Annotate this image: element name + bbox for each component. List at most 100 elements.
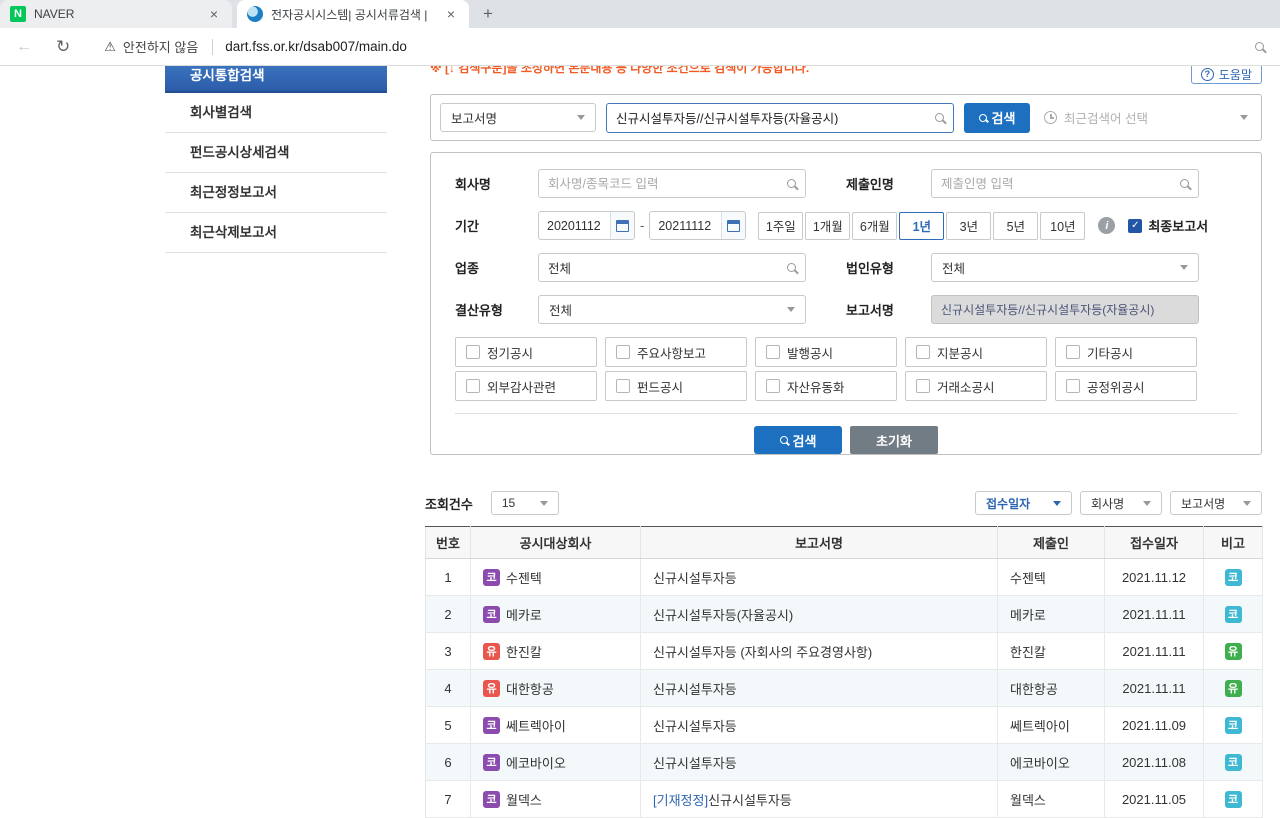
checkbox-icon[interactable] (1066, 345, 1080, 359)
checkbox-icon[interactable] (466, 345, 480, 359)
reset-button[interactable]: 초기화 (850, 426, 938, 454)
checkbox-fund[interactable]: 펀드공시 (605, 371, 747, 401)
period-quick-buttons: 1주일 1개월 6개월 1년 3년 5년 10년 (758, 211, 1086, 240)
checkbox-external-audit[interactable]: 외부감사관련 (455, 371, 597, 401)
cell-remark: 유 (1203, 632, 1263, 670)
info-icon[interactable]: i (1098, 217, 1116, 234)
report-link[interactable]: 신규시설투자등(자율공시) (653, 608, 793, 623)
sort-by-date-select[interactable]: 접수일자 (975, 491, 1072, 515)
header-date: 접수일자 (1104, 526, 1204, 559)
period-button-6month[interactable]: 6개월 (852, 211, 898, 240)
cell-submitter: 월덱스 (997, 780, 1105, 818)
checkbox-icon[interactable] (916, 379, 930, 393)
search-icon[interactable] (935, 113, 944, 122)
submitter-input[interactable] (941, 176, 1180, 191)
market-badge: 코 (483, 568, 500, 586)
company-link[interactable]: 월덱스 (506, 790, 542, 809)
checkbox-icon[interactable] (766, 345, 780, 359)
search-icon[interactable] (787, 179, 796, 188)
checkbox-icon[interactable] (766, 379, 780, 393)
final-report-checkbox-wrap[interactable]: ✓ 최종보고서 (1128, 216, 1208, 235)
back-icon[interactable]: ← (16, 38, 32, 55)
company-link[interactable]: 대한항공 (506, 679, 554, 698)
date-to-value: 20211112 (658, 218, 712, 233)
tab-dart[interactable]: 전자공시시스템| 공시서류검색 | × (237, 0, 469, 28)
company-link[interactable]: 쎄트렉아이 (506, 716, 566, 735)
period-button-10year[interactable]: 10년 (1040, 211, 1086, 240)
report-link[interactable]: 신규시설투자등 (653, 719, 737, 734)
zoom-icon[interactable] (1255, 42, 1264, 51)
report-link[interactable]: 신규시설투자등 (708, 793, 792, 808)
search-button[interactable]: 검색 (964, 102, 1030, 133)
checkbox-icon[interactable] (466, 379, 480, 393)
sidebar-item-recent-corrections[interactable]: 최근정정보고서 (165, 173, 387, 213)
page-size-select[interactable]: 15 (490, 491, 559, 515)
period-button-1year[interactable]: 1년 (899, 211, 945, 240)
report-link[interactable]: 신규시설투자등 (653, 571, 737, 586)
checkbox-icon[interactable] (616, 345, 630, 359)
recent-search-select[interactable]: 최근검색어 선택 (1044, 108, 1252, 127)
sidebar-item-label: 최근삭제보고서 (190, 225, 277, 240)
corp-type-select[interactable]: 전체 (931, 253, 1199, 282)
search-query-input[interactable] (616, 110, 935, 125)
warning-icon[interactable]: ⚠ (104, 39, 116, 55)
checkbox-icon[interactable] (616, 379, 630, 393)
sidebar-item-recent-deleted[interactable]: 최근삭제보고서 (165, 213, 387, 253)
period-button-1week[interactable]: 1주일 (758, 211, 804, 240)
report-link[interactable]: 신규시설투자등 (653, 756, 737, 771)
sidebar-item-fund-search[interactable]: 펀드공시상세검색 (165, 133, 387, 173)
period-button-3year[interactable]: 3년 (946, 211, 992, 240)
sidebar-item-company-search[interactable]: 회사별검색 (165, 93, 387, 133)
filter-row-company: 회사명 제출인명 (455, 169, 1261, 198)
calendar-button[interactable] (721, 212, 746, 239)
new-tab-button[interactable]: + (475, 1, 501, 27)
url-text[interactable]: dart.fss.or.kr/dsab007/main.do (225, 39, 1255, 54)
checkbox-major-issues[interactable]: 주요사항보고 (605, 337, 747, 367)
final-report-checkbox[interactable]: ✓ (1128, 218, 1143, 233)
close-icon[interactable]: × (206, 6, 222, 22)
security-warning-label[interactable]: 안전하지 않음 (123, 37, 198, 56)
sort-by-company-select[interactable]: 회사명 (1080, 491, 1162, 515)
search-button-label: 검색 (991, 111, 1016, 126)
calendar-button[interactable] (610, 212, 634, 239)
checkbox-issuance[interactable]: 발행공시 (755, 337, 897, 367)
search-icon[interactable] (787, 263, 796, 272)
checkbox-ftc[interactable]: 공정위공시 (1055, 371, 1197, 401)
company-link[interactable]: 한진칼 (506, 642, 542, 661)
main-content: ※ [↓ 검색구분]을 조성하면 본문내용 등 다양한 조건으로 검색이 가능합… (420, 61, 1280, 818)
industry-input[interactable] (548, 260, 787, 275)
search-icon[interactable] (1180, 179, 1189, 188)
checkbox-icon[interactable] (1066, 379, 1080, 393)
company-link[interactable]: 수젠텍 (506, 568, 542, 587)
report-link[interactable]: 신규시설투자등 (653, 682, 737, 697)
company-link[interactable]: 메카로 (506, 605, 542, 624)
cell-submitter: 쎄트렉아이 (997, 706, 1105, 744)
browser-chrome: N NAVER × 전자공시시스템| 공시서류검색 | × + ← ↻ ⚠ 안전… (0, 0, 1280, 66)
period-button-1month[interactable]: 1개월 (805, 211, 851, 240)
remark-badge: 코 (1224, 568, 1242, 586)
tab-naver[interactable]: N NAVER × (0, 0, 232, 28)
checkbox-ownership[interactable]: 지분공시 (905, 337, 1047, 367)
sort-by-report-select[interactable]: 보고서명 (1170, 491, 1262, 515)
checkbox-icon[interactable] (916, 345, 930, 359)
company-input[interactable] (548, 176, 787, 191)
tab-label: NAVER (34, 7, 75, 21)
settlement-select[interactable]: 전체 (538, 295, 806, 324)
period-button-5year[interactable]: 5년 (993, 211, 1039, 240)
close-icon[interactable]: × (443, 6, 459, 22)
company-link[interactable]: 에코바이오 (506, 753, 566, 772)
date-to-field[interactable]: 20211112 (649, 211, 747, 240)
help-button[interactable]: ? 도움말 (1190, 64, 1262, 84)
date-from-field[interactable]: 20201112 (538, 211, 635, 240)
checkbox-periodic[interactable]: 정기공시 (455, 337, 597, 367)
cell-no: 1 (425, 558, 471, 596)
checkbox-others[interactable]: 기타공시 (1055, 337, 1197, 367)
reload-icon[interactable]: ↻ (56, 38, 70, 55)
form-search-button[interactable]: 검색 (754, 426, 842, 454)
submitter-label: 제출인명 (846, 177, 894, 192)
cell-company: 코 에코바이오 (470, 743, 641, 781)
search-category-select[interactable]: 보고서명 (440, 103, 596, 132)
checkbox-exchange[interactable]: 거래소공시 (905, 371, 1047, 401)
report-link[interactable]: 신규시설투자등 (자회사의 주요경영사항) (653, 645, 872, 660)
checkbox-asset-securitization[interactable]: 자산유동화 (755, 371, 897, 401)
